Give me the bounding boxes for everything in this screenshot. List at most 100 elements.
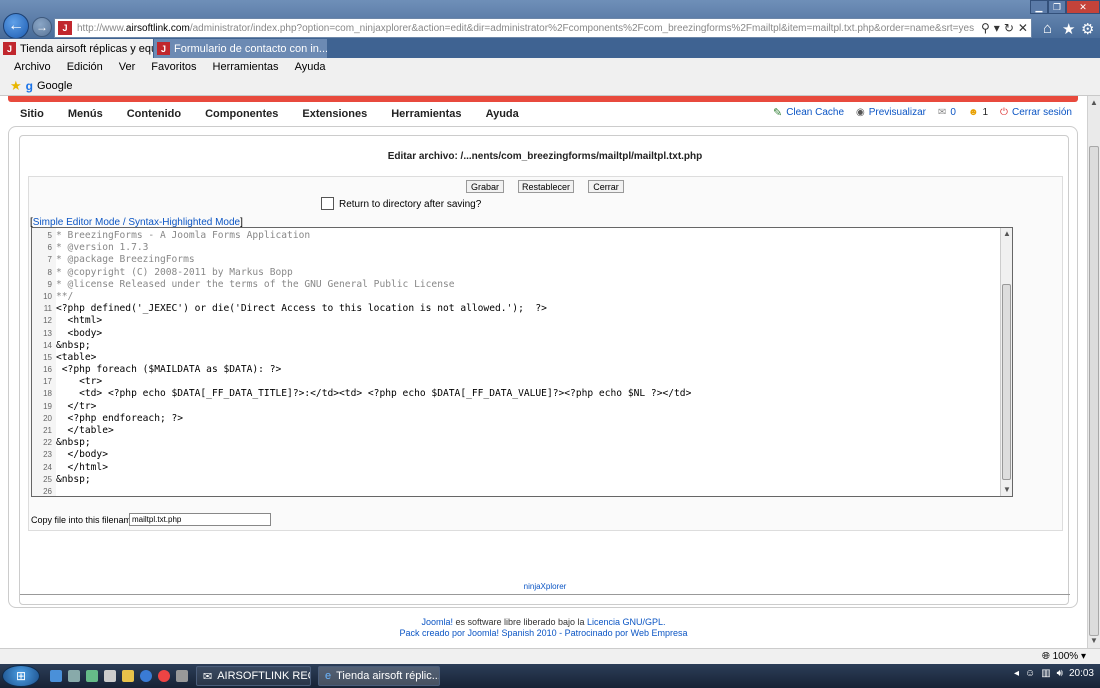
editor-scroll-thumb[interactable] xyxy=(1002,284,1011,480)
gear-icon[interactable]: ⚙ xyxy=(1081,20,1094,38)
code-line: 18 <td> <?php echo $DATA[_FF_DATA_TITLE]… xyxy=(43,388,1000,400)
zoom-level[interactable]: 🌐︎ 100% ▾ xyxy=(1042,651,1086,662)
start-button[interactable]: ⊞ xyxy=(2,665,40,687)
page-scroll-thumb[interactable] xyxy=(1089,146,1099,636)
admin-menu-herramientas[interactable]: Herramientas xyxy=(391,108,461,120)
url-text[interactable]: http://www.airsoftlink.com/administrator… xyxy=(77,23,977,34)
joomla-link[interactable]: Joomla! xyxy=(421,617,453,627)
code-line: 26 xyxy=(43,486,1000,496)
joomla-favicon-icon: J xyxy=(157,42,170,55)
add-favorite-star-icon[interactable]: ★ xyxy=(10,78,22,94)
scroll-up-icon[interactable]: ▲ xyxy=(1003,229,1011,238)
logout-link[interactable]: Cerrar sesión xyxy=(1012,107,1072,118)
reset-button[interactable]: Restablecer xyxy=(518,180,574,193)
show-desktop-icon[interactable] xyxy=(50,670,62,682)
code-line: 14 &nbsp; xyxy=(43,340,1000,352)
chrome-icon[interactable] xyxy=(158,670,170,682)
admin-menu-extensiones[interactable]: Extensiones xyxy=(302,108,367,120)
network-icon[interactable]: ▥ xyxy=(1041,668,1050,679)
favorite-google[interactable]: Google xyxy=(37,80,72,92)
back-button[interactable]: ← xyxy=(3,13,29,39)
preview-icon: ◉ xyxy=(856,107,865,118)
admin-menu-menus[interactable]: Menús xyxy=(68,108,103,120)
minimize-button[interactable]: ▁ xyxy=(1030,0,1048,14)
return-label: Return to directory after saving? xyxy=(339,199,482,210)
line-number: 8 xyxy=(47,267,52,277)
tray-icon[interactable]: ☺ xyxy=(1025,668,1035,679)
search-icon[interactable]: ⚲ xyxy=(981,21,990,35)
tray-expand-icon[interactable]: ◂ xyxy=(1014,668,1019,679)
menu-ayuda[interactable]: Ayuda xyxy=(295,61,326,73)
editor-scrollbar[interactable]: ▲ ▼ xyxy=(1000,228,1012,496)
app-icon[interactable] xyxy=(176,670,188,682)
line-number: 5 xyxy=(47,231,52,240)
footer-line-2[interactable]: Pack creado por Joomla! Spanish 2010 - P… xyxy=(0,628,1087,639)
window-close-button[interactable]: ✕ xyxy=(1066,0,1100,14)
menu-edicion[interactable]: Edición xyxy=(67,61,103,73)
stop-icon[interactable]: ✕ xyxy=(1018,21,1028,35)
code-line: 10 **/ xyxy=(43,291,1000,303)
code-line: 11 <?php defined('_JEXEC') or die('Direct… xyxy=(44,303,1000,315)
admin-menu-contenido[interactable]: Contenido xyxy=(127,108,181,120)
admin-menu-ayuda[interactable]: Ayuda xyxy=(486,108,519,120)
tab-tienda[interactable]: J Tienda airsoft réplicas y equ... ✕ xyxy=(0,39,153,58)
users-icon: ☻ xyxy=(967,107,979,118)
explorer-icon[interactable] xyxy=(68,670,80,682)
scroll-down-icon[interactable]: ▼ xyxy=(1090,636,1098,645)
internet-explorer-icon[interactable] xyxy=(140,670,152,682)
code-editor[interactable]: 5 * BreezingForms - A Joomla Forms Applic… xyxy=(31,227,1013,497)
line-number: 15 xyxy=(43,352,52,362)
copy-label: Copy file into this filename xyxy=(31,515,137,525)
clean-cache-link[interactable]: Clean Cache xyxy=(786,107,844,118)
admin-menu-sitio[interactable]: Sitio xyxy=(20,108,44,120)
code-line: 16 <?php foreach ($MAILDATA as $DATA): ?… xyxy=(43,364,1000,376)
page-scrollbar[interactable]: ▲ ▼ xyxy=(1087,96,1100,648)
menu-ver[interactable]: Ver xyxy=(119,61,136,73)
google-icon: g xyxy=(25,78,33,93)
menu-favoritos[interactable]: Favoritos xyxy=(151,61,196,73)
menu-archivo[interactable]: Archivo xyxy=(14,61,51,73)
forward-button[interactable]: → xyxy=(32,17,52,37)
code-line: 21 </table> xyxy=(43,425,1000,437)
close-button[interactable]: Cerrar xyxy=(588,180,624,193)
home-icon[interactable]: ⌂ xyxy=(1043,20,1052,37)
code-line: 20 <?php endforeach; ?> xyxy=(43,412,1000,425)
folder-icon[interactable] xyxy=(122,670,134,682)
code-content[interactable]: 5 * BreezingForms - A Joomla Forms Applic… xyxy=(43,230,1000,496)
scroll-down-icon[interactable]: ▼ xyxy=(1003,485,1011,494)
tab-formulario[interactable]: J Formulario de contacto con in... xyxy=(154,39,327,58)
code-text: <table> xyxy=(56,351,97,363)
app-icon[interactable] xyxy=(104,670,116,682)
address-bar[interactable]: J http://www.airsoftlink.com/administrat… xyxy=(54,18,1032,38)
scroll-up-icon[interactable]: ▲ xyxy=(1090,98,1098,107)
preview-link[interactable]: Previsualizar xyxy=(869,107,926,118)
favorites-star-icon[interactable]: ★ xyxy=(1062,20,1075,38)
dropdown-icon[interactable]: ▾ xyxy=(994,21,1000,35)
save-button[interactable]: Grabar xyxy=(466,180,504,193)
app-icon[interactable] xyxy=(86,670,98,682)
code-line: 22 &nbsp; xyxy=(43,437,1000,449)
messages-count[interactable]: 0 xyxy=(950,107,956,118)
clock[interactable]: 20:03 xyxy=(1069,668,1094,679)
ninjaxplorer-link[interactable]: ninjaXplorer xyxy=(20,582,1070,591)
menu-herramientas[interactable]: Herramientas xyxy=(213,61,279,73)
task-tienda-airsoft[interactable]: e Tienda airsoft réplic... xyxy=(318,666,440,686)
license-link[interactable]: Licencia GNU/GPL. xyxy=(587,617,666,627)
return-checkbox[interactable] xyxy=(321,197,334,210)
maximize-button[interactable]: ❐ xyxy=(1048,0,1066,14)
code-text: * @version 1.7.3 xyxy=(56,242,149,254)
line-number: 17 xyxy=(43,377,52,387)
line-number: 25 xyxy=(43,474,52,484)
task-airsoftlink-mail[interactable]: ✉AIRSOFTLINK RECIB... xyxy=(196,666,311,686)
browser-titlebar: ← → J http://www.airsoftlink.com/adminis… xyxy=(0,0,1100,39)
copy-filename-input[interactable] xyxy=(129,513,271,526)
content-box: Editar archivo: /...nents/com_breezingfo… xyxy=(8,126,1078,608)
code-text: * @license Released under the terms of t… xyxy=(56,278,455,290)
code-text: <?php endforeach; ?> xyxy=(56,412,184,424)
volume-icon[interactable]: 🔊︎ xyxy=(1057,668,1063,679)
refresh-icon[interactable]: ↻ xyxy=(1004,21,1014,35)
code-line: 6 * @version 1.7.3 xyxy=(48,242,1000,254)
admin-menu-componentes[interactable]: Componentes xyxy=(205,108,278,120)
line-number: 11 xyxy=(43,304,52,314)
line-number: 18 xyxy=(43,389,52,399)
